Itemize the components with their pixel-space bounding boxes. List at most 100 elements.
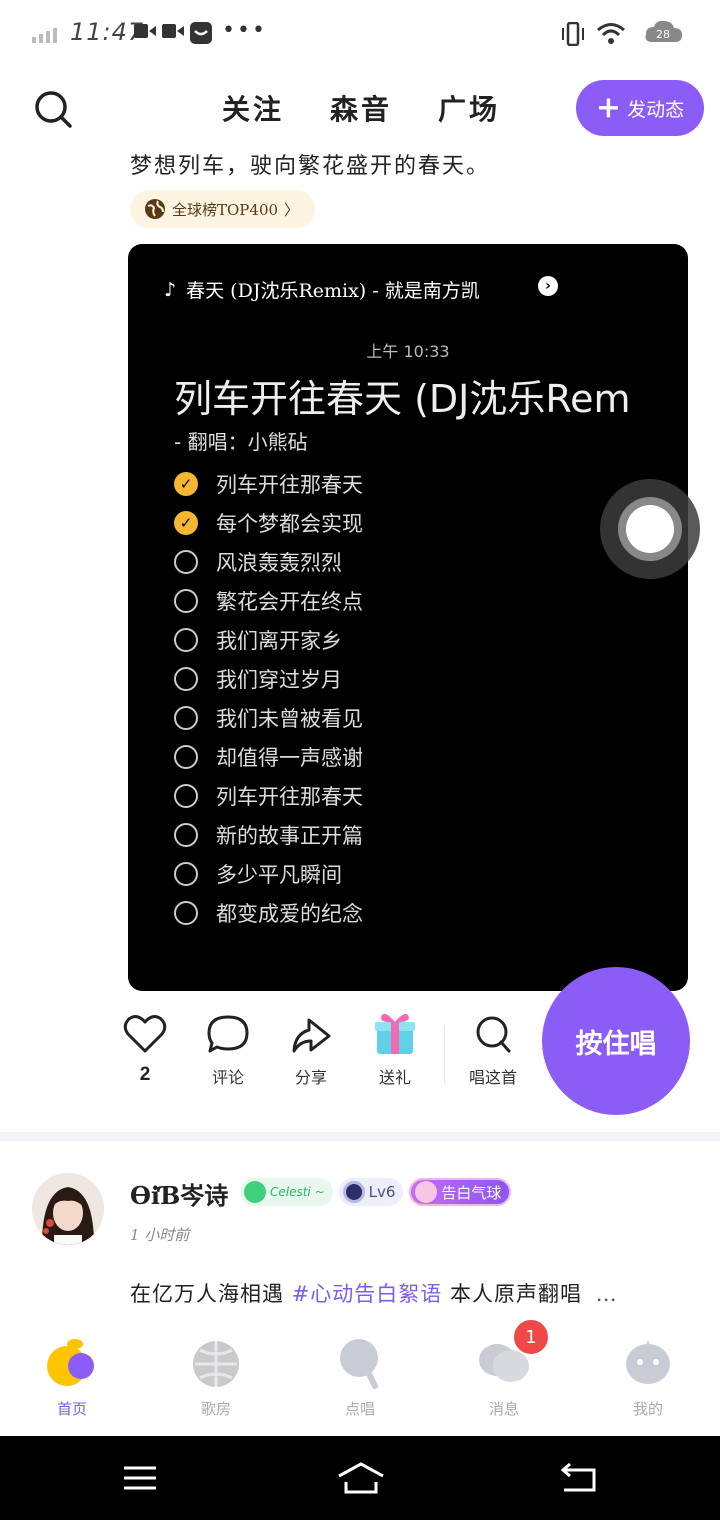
search-icon bbox=[35, 91, 72, 128]
lyric-text: 风浪轰轰烈烈 bbox=[216, 550, 342, 575]
svg-text:28: 28 bbox=[656, 28, 670, 41]
rank-chip[interactable]: 全球榜TOP400 〉 bbox=[130, 190, 316, 228]
media-subtitle: - 翻唱：小熊砧 bbox=[174, 430, 308, 454]
song-title: 春天 (DJ沈乐Remix) - 就是南方凯 bbox=[186, 280, 480, 302]
lyric-text: 我们穿过岁月 bbox=[216, 667, 342, 692]
comment-button[interactable]: 评论 bbox=[193, 1014, 263, 1088]
chevron-right-icon: 〉 bbox=[284, 200, 300, 219]
post-update-label: 发动态 bbox=[627, 98, 685, 121]
lyric-line: 却值得一声感谢 bbox=[174, 737, 363, 776]
lyrics-checklist: ✓ 列车开往那春天 ✓ 每个梦都会实现 风浪轰轰烈烈 繁花会开在终点 我们离开家乡 我们穿过岁… bbox=[174, 464, 363, 932]
celesti-badge[interactable]: Celesti ~ bbox=[240, 1178, 333, 1206]
media-title: 列车开往春天 (DJ沈乐Rem bbox=[174, 377, 631, 421]
video-camera-icon bbox=[162, 22, 184, 44]
lyric-text: 列车开往那春天 bbox=[216, 472, 363, 497]
share-arrow-icon bbox=[292, 1018, 331, 1053]
lyric-text: 却值得一声感谢 bbox=[216, 745, 363, 770]
bottom-navigation: 首页 歌房 点唱 消息 我的 bbox=[0, 1322, 720, 1436]
username[interactable]: ƟiƁ岑诗 bbox=[130, 1176, 228, 1211]
leaf-icon bbox=[244, 1181, 266, 1203]
feed-tabs: 关注 森音 广场 bbox=[222, 88, 500, 128]
lyric-line: 风浪轰轰烈烈 bbox=[174, 542, 363, 581]
post-actions: 2 评论 分享 送礼 唱这首 bbox=[110, 1013, 550, 1104]
like-button[interactable]: 2 bbox=[110, 1014, 180, 1086]
tab-senyin[interactable]: 森音 bbox=[330, 88, 392, 128]
post-time: 1 小时前 bbox=[130, 1226, 190, 1244]
music-note-icon: ♪ bbox=[164, 278, 177, 301]
unchecked-circle-icon[interactable] bbox=[174, 627, 198, 652]
nav-song-room[interactable]: 歌房 bbox=[166, 1336, 266, 1419]
chevron-right-icon[interactable]: › bbox=[538, 276, 558, 296]
lyric-text: 每个梦都会实现 bbox=[216, 511, 363, 536]
video-camera-icon bbox=[134, 22, 156, 44]
signal-icon bbox=[32, 28, 57, 43]
hold-to-sing-button[interactable]: 按住唱 bbox=[542, 967, 690, 1115]
comment-bubble-icon bbox=[207, 1015, 249, 1053]
lyric-line: 我们未曾被看见 bbox=[174, 698, 363, 737]
feed-divider bbox=[0, 1132, 720, 1141]
menu-icon[interactable] bbox=[118, 1460, 162, 1496]
song-title-line[interactable]: ♪ 春天 (DJ沈乐Remix) - 就是南方凯 bbox=[164, 276, 480, 303]
unchecked-circle-icon[interactable] bbox=[174, 783, 198, 808]
media-time: 上午 10:33 bbox=[366, 342, 450, 361]
unchecked-circle-icon[interactable] bbox=[174, 666, 198, 691]
sing-this-button[interactable]: 唱这首 bbox=[458, 1014, 528, 1088]
system-navigation-bar bbox=[0, 1436, 720, 1520]
avatar[interactable] bbox=[32, 1173, 104, 1245]
gift-button[interactable]: 送礼 bbox=[360, 1013, 430, 1088]
lyric-text: 列车开往那春天 bbox=[216, 784, 363, 809]
post-text: 在亿万人海相遇 #心动告白絮语 本人原声翻唱 … bbox=[130, 1282, 618, 1306]
nav-home[interactable]: 首页 bbox=[22, 1336, 122, 1419]
more-text[interactable]: … bbox=[596, 1282, 618, 1306]
lyric-text: 繁花会开在终点 bbox=[216, 589, 363, 614]
lyric-line: 我们穿过岁月 bbox=[174, 659, 363, 698]
search-button[interactable] bbox=[30, 86, 78, 134]
lyric-line: ✓ 列车开往那春天 bbox=[174, 464, 363, 503]
hashtag-link[interactable]: #心动告白絮语 bbox=[292, 1282, 443, 1306]
like-count: 2 bbox=[139, 1064, 151, 1085]
tab-square[interactable]: 广场 bbox=[438, 88, 500, 128]
lyric-line: 新的故事正开篇 bbox=[174, 815, 363, 854]
comment-label: 评论 bbox=[211, 1068, 244, 1087]
share-button[interactable]: 分享 bbox=[276, 1014, 346, 1088]
lyric-line: 多少平凡瞬间 bbox=[174, 854, 363, 893]
unchecked-circle-icon[interactable] bbox=[174, 588, 198, 613]
post-update-button[interactable]: + 发动态 bbox=[576, 80, 704, 136]
wifi-icon bbox=[596, 22, 626, 50]
home-fruit-icon bbox=[45, 1336, 99, 1390]
app-notification-icon bbox=[190, 22, 212, 48]
battery-icon: 28 bbox=[644, 18, 684, 50]
lyric-text: 新的故事正开篇 bbox=[216, 823, 363, 848]
video-player[interactable]: ♪ 春天 (DJ沈乐Remix) - 就是南方凯 › 上午 10:33 列车开往… bbox=[128, 244, 688, 991]
lyric-line: 繁花会开在终点 bbox=[174, 581, 363, 620]
profile-mascot-icon bbox=[621, 1336, 675, 1390]
gift-box-icon bbox=[375, 1013, 415, 1054]
microphone-bubble-icon bbox=[476, 1016, 511, 1053]
lyric-text: 多少平凡瞬间 bbox=[216, 862, 342, 887]
home-icon[interactable] bbox=[336, 1460, 386, 1496]
share-label: 分享 bbox=[294, 1068, 327, 1087]
post-caption: 梦想列车，驶向繁花盛开的春天。 bbox=[130, 154, 491, 179]
unchecked-circle-icon[interactable] bbox=[174, 861, 198, 886]
unchecked-circle-icon[interactable] bbox=[174, 822, 198, 847]
tab-following[interactable]: 关注 bbox=[222, 88, 284, 128]
more-notifications-icon: ••• bbox=[222, 18, 267, 43]
unchecked-circle-icon[interactable] bbox=[174, 705, 198, 730]
balloon-badge[interactable]: 告白气球 bbox=[409, 1178, 512, 1206]
unchecked-circle-icon[interactable] bbox=[174, 744, 198, 769]
nav-request-song[interactable]: 点唱 bbox=[310, 1336, 410, 1419]
back-icon[interactable] bbox=[558, 1460, 602, 1496]
balloon-icon bbox=[415, 1181, 438, 1203]
lyric-text: 我们离开家乡 bbox=[216, 628, 342, 653]
disco-ball-icon bbox=[189, 1336, 243, 1390]
nav-profile[interactable]: 我的 bbox=[598, 1336, 698, 1419]
assistive-touch-button[interactable] bbox=[600, 479, 700, 579]
level-badge[interactable]: Lv6 bbox=[338, 1178, 404, 1206]
unchecked-circle-icon[interactable] bbox=[174, 549, 198, 574]
unchecked-circle-icon[interactable] bbox=[174, 900, 198, 925]
message-count-badge: 1 bbox=[512, 1318, 550, 1356]
user-badges: Celesti ~ Lv6 告白气球 bbox=[240, 1178, 512, 1206]
checked-circle-icon[interactable]: ✓ bbox=[174, 471, 198, 496]
checked-circle-icon[interactable]: ✓ bbox=[174, 510, 198, 535]
gift-label: 送礼 bbox=[378, 1068, 411, 1087]
